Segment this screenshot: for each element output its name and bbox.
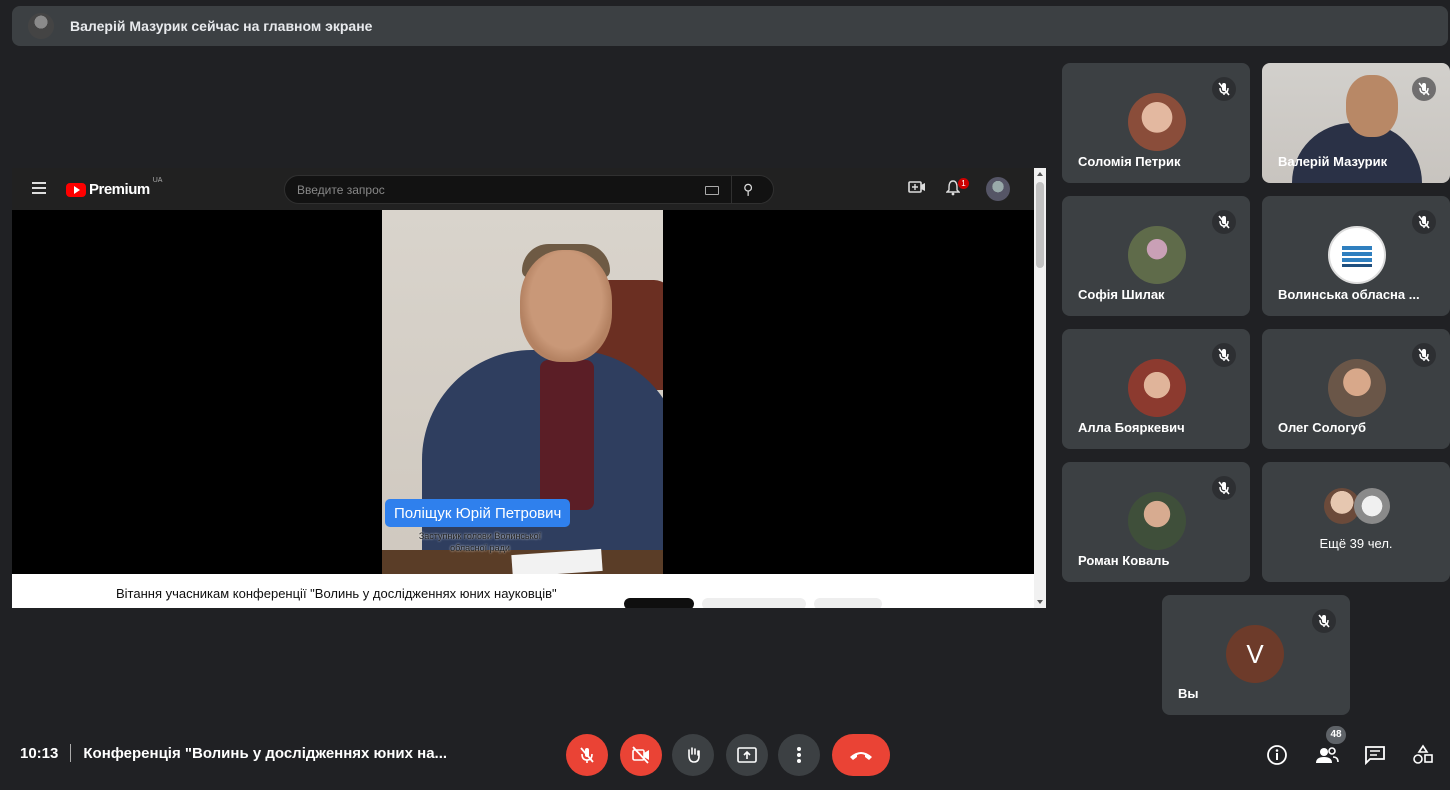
chat-icon bbox=[1365, 746, 1385, 765]
mic-off-icon bbox=[1412, 210, 1436, 234]
chip bbox=[624, 598, 694, 608]
page-scrollbar bbox=[1034, 168, 1046, 608]
hand-icon bbox=[688, 747, 700, 763]
mic-off-icon bbox=[1212, 77, 1236, 101]
people-icon bbox=[1316, 747, 1339, 763]
participant-avatar bbox=[1128, 93, 1186, 151]
activities-button[interactable] bbox=[1408, 740, 1438, 770]
mic-off-icon bbox=[1412, 343, 1436, 367]
participant-avatar bbox=[1328, 359, 1386, 417]
chip bbox=[702, 598, 806, 608]
mic-off-icon bbox=[1212, 476, 1236, 500]
create-video-icon bbox=[908, 180, 926, 197]
youtube-country-code: UA bbox=[152, 177, 163, 184]
presenter-avatar bbox=[28, 13, 54, 39]
participant-name: Роман Коваль bbox=[1078, 553, 1170, 568]
participant-name: Софія Шилак bbox=[1078, 287, 1165, 302]
participant-name: Олег Сологуб bbox=[1278, 420, 1366, 435]
meeting-details-button[interactable] bbox=[1262, 740, 1292, 770]
notifications-badge: 1 bbox=[958, 178, 969, 189]
scrollbar-thumb bbox=[1036, 182, 1044, 268]
shapes-icon bbox=[1413, 744, 1433, 764]
participant-name: Соломія Петрик bbox=[1078, 154, 1181, 169]
participant-tile[interactable]: Алла Бояркевич bbox=[1062, 329, 1250, 449]
participants-count-badge: 48 bbox=[1326, 726, 1346, 744]
video-title: Вітання учасникам конференції "Волинь у … bbox=[116, 586, 557, 601]
mic-off-icon bbox=[1312, 609, 1336, 633]
camera-off-icon bbox=[632, 746, 649, 764]
mic-off-icon bbox=[1212, 210, 1236, 234]
participant-avatar bbox=[1128, 492, 1186, 550]
hamburger-menu-icon bbox=[32, 182, 46, 194]
more-vert-icon bbox=[797, 747, 801, 763]
presenting-banner: Валерій Мазурик сейчас на главном экране bbox=[12, 6, 1448, 46]
meeting-time: 10:13 bbox=[20, 744, 59, 762]
more-participants-tile[interactable]: Ещё 39 чел. bbox=[1262, 462, 1450, 582]
meeting-title: Конференція "Волинь у дослідженнях юних … bbox=[83, 744, 448, 762]
search-icon: ⚲ bbox=[743, 181, 754, 197]
youtube-search-box: Введите запрос ⚲ bbox=[284, 175, 774, 204]
meeting-info: 10:13 Конференція "Волинь у дослідженнях… bbox=[20, 744, 447, 762]
participant-tile[interactable]: Софія Шилак bbox=[1062, 196, 1250, 316]
present-screen-button[interactable] bbox=[726, 734, 768, 776]
participant-tile[interactable]: Олег Сологуб bbox=[1262, 329, 1450, 449]
youtube-search-placeholder: Введите запрос bbox=[297, 183, 385, 197]
speaker-name-tag: Поліщук Юрій Петрович bbox=[385, 499, 571, 527]
participant-name: Алла Бояркевич bbox=[1078, 420, 1185, 435]
mic-off-icon bbox=[1212, 343, 1236, 367]
participant-name: Валерій Мазурик bbox=[1278, 154, 1388, 169]
leave-call-button[interactable] bbox=[832, 734, 890, 776]
chat-button[interactable] bbox=[1360, 740, 1390, 770]
participant-tile[interactable]: Соломія Петрик bbox=[1062, 63, 1250, 183]
participant-avatar bbox=[1328, 226, 1386, 284]
video-player: Поліщук Юрій Петрович Заступник голови В… bbox=[12, 210, 1034, 574]
self-avatar: V bbox=[1226, 625, 1284, 683]
youtube-logo: Premium UA bbox=[66, 177, 162, 198]
participant-name: Волинська обласна ... bbox=[1278, 287, 1420, 302]
presenting-banner-text: Валерій Мазурик сейчас на главном экране bbox=[70, 18, 373, 34]
self-name: Вы bbox=[1178, 686, 1199, 701]
participant-tile[interactable]: Волинська обласна ... bbox=[1262, 196, 1450, 316]
microphone-toggle-button[interactable] bbox=[566, 734, 608, 776]
participant-tile[interactable]: Валерій Мазурик bbox=[1262, 63, 1450, 183]
self-tile[interactable]: V Вы bbox=[1162, 595, 1350, 715]
more-participants-avatars bbox=[1324, 488, 1404, 528]
chip bbox=[814, 598, 882, 608]
mic-off-icon bbox=[1412, 77, 1436, 101]
camera-toggle-button[interactable] bbox=[620, 734, 662, 776]
participant-avatar bbox=[1128, 226, 1186, 284]
keyboard-icon bbox=[705, 186, 719, 195]
more-participants-label: Ещё 39 чел. bbox=[1319, 536, 1393, 551]
youtube-account-avatar bbox=[986, 177, 1010, 201]
more-options-button[interactable] bbox=[778, 734, 820, 776]
presented-screen: Premium UA Введите запрос ⚲ 1 Поліщук Юр bbox=[12, 168, 1046, 608]
youtube-header: Premium UA Введите запрос ⚲ 1 bbox=[12, 168, 1034, 210]
info-icon bbox=[1267, 745, 1287, 765]
raise-hand-button[interactable] bbox=[672, 734, 714, 776]
participant-tile[interactable]: Роман Коваль bbox=[1062, 462, 1250, 582]
participants-button[interactable] bbox=[1312, 740, 1342, 770]
speaker-subtitle: Заступник голови Волинської обласної рад… bbox=[418, 531, 542, 553]
participant-avatar bbox=[1128, 359, 1186, 417]
youtube-play-icon bbox=[66, 182, 86, 197]
youtube-logo-text: Premium bbox=[89, 181, 150, 198]
mic-off-icon bbox=[580, 747, 594, 763]
call-end-icon bbox=[850, 752, 872, 760]
present-icon bbox=[737, 747, 757, 763]
